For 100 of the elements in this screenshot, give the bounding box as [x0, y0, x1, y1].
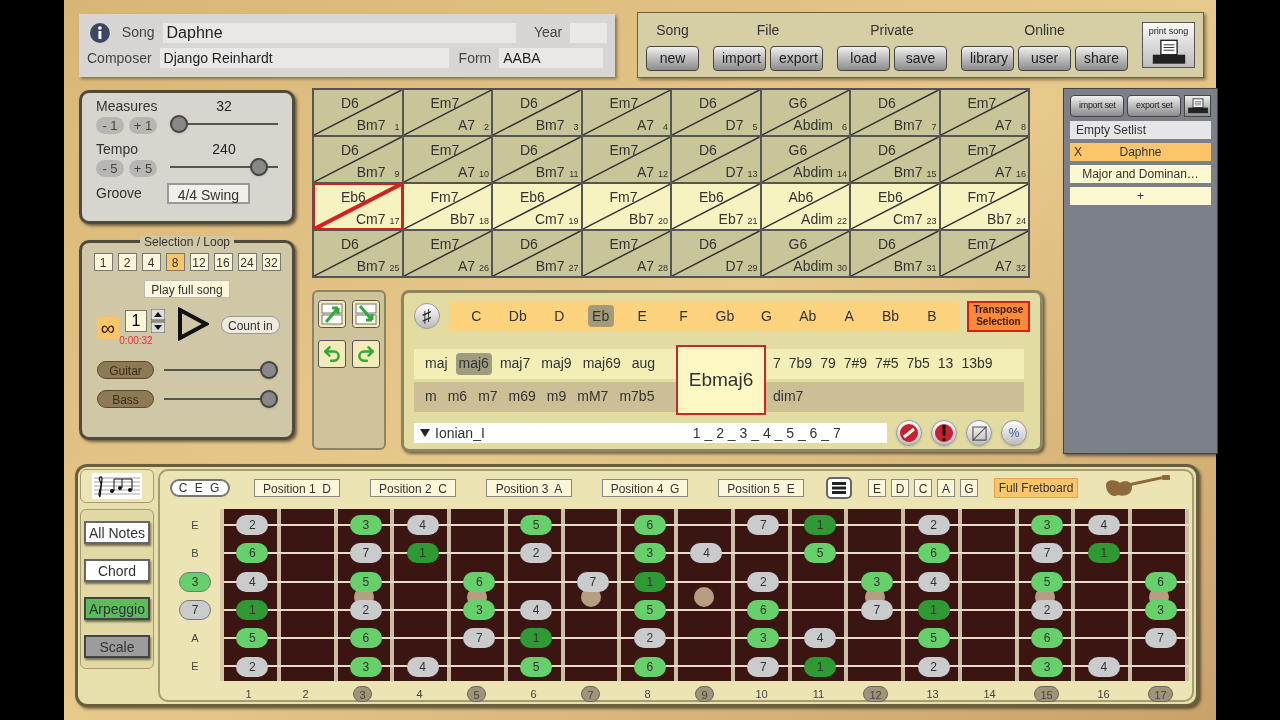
display-mode-button[interactable]: Arpeggio	[84, 596, 150, 620]
composer-field[interactable]: Django Reinhardt	[159, 48, 449, 69]
print-song-button[interactable]: print song	[1142, 22, 1195, 68]
chord-quality-button[interactable]: m9	[543, 385, 570, 408]
print-setlist-button[interactable]	[1184, 95, 1211, 117]
note-marker[interactable]: 2	[633, 628, 666, 649]
setlist-item[interactable]: Empty Setlist	[1070, 121, 1211, 139]
count-in-button[interactable]: Count in	[221, 316, 280, 334]
position-button[interactable]: Position 1 D	[254, 479, 340, 497]
note-marker[interactable]: 4	[520, 600, 553, 621]
note-marker[interactable]: 2	[917, 656, 950, 677]
chord-quality-button[interactable]: 13	[934, 352, 957, 375]
chord-quality-button[interactable]: 7b5	[903, 352, 933, 375]
toolbar-button[interactable]: library	[961, 45, 1014, 71]
measure-cell[interactable]: Em7 A7 32	[939, 230, 1029, 277]
note-marker[interactable]: 1	[520, 628, 553, 649]
note-marker[interactable]: 7	[747, 656, 780, 677]
step-button[interactable]: - 5	[96, 160, 124, 177]
step-button[interactable]: - 1	[96, 117, 124, 134]
toolbar-button[interactable]: import	[713, 45, 766, 71]
sharp-button[interactable]: ♯	[414, 303, 440, 329]
note-marker[interactable]: 1	[804, 515, 836, 536]
note-marker[interactable]: 5	[236, 628, 269, 649]
note-marker[interactable]: 6	[917, 543, 950, 564]
measure-cell[interactable]: D6 Bm7 11	[492, 136, 582, 183]
shape-button[interactable]: G	[960, 479, 978, 497]
setlist-item[interactable]: X Daphne	[1070, 143, 1211, 161]
note-marker[interactable]: 6	[633, 656, 666, 677]
measure-cell[interactable]: D6 D7 5	[671, 89, 761, 136]
measure-cell[interactable]: Em7 A7 8	[939, 89, 1029, 136]
info-icon[interactable]	[90, 22, 110, 43]
measure-cell[interactable]: Eb6 Cm7 23	[850, 183, 940, 230]
note-marker[interactable]: 5	[1031, 571, 1064, 592]
measure-cell[interactable]: Fm7 Bb7 18	[402, 183, 492, 230]
measure-cell[interactable]: D6 Bm7 15	[850, 136, 940, 183]
position-button[interactable]: Position 3 A	[486, 479, 572, 497]
step-button[interactable]: + 5	[129, 160, 157, 177]
root-note-button[interactable]: E	[629, 305, 656, 327]
root-note-button[interactable]: F	[670, 305, 697, 327]
spinner-icon[interactable]	[151, 309, 165, 333]
note-marker[interactable]: 1	[804, 656, 836, 677]
note-marker[interactable]: 3	[1031, 656, 1064, 677]
note-marker[interactable]: 4	[804, 628, 836, 649]
measure-cell[interactable]: Em7 A7 26	[402, 230, 492, 277]
measure-cell[interactable]: D6 Bm7 31	[850, 230, 940, 277]
note-marker[interactable]: 2	[917, 515, 950, 536]
note-marker[interactable]: 2	[520, 543, 553, 564]
setlist-item[interactable]: +	[1070, 187, 1211, 205]
song-field[interactable]: Daphne	[162, 22, 516, 43]
root-note-button[interactable]: C	[463, 305, 490, 327]
root-note-button[interactable]: Ab	[794, 305, 821, 327]
measure-cell[interactable]: D6 D7 29	[671, 230, 761, 277]
loop-length-button[interactable]: 12	[189, 253, 209, 271]
note-marker[interactable]: 6	[349, 628, 382, 649]
shape-button[interactable]: E	[868, 479, 886, 497]
measures-slider[interactable]	[170, 115, 278, 133]
loop-length-button[interactable]: 1	[93, 253, 113, 271]
note-marker[interactable]: 7	[860, 600, 893, 621]
note-marker[interactable]: 3	[633, 543, 666, 564]
shape-button[interactable]: A	[937, 479, 955, 497]
note-marker[interactable]: 4	[917, 571, 950, 592]
chord-quality-button[interactable]: m	[422, 385, 440, 408]
measure-cell[interactable]: Ab6 Adim 22	[760, 183, 850, 230]
toolbar-button[interactable]: export	[770, 45, 823, 71]
notation-button[interactable]	[80, 469, 154, 503]
note-marker[interactable]: 5	[349, 571, 382, 592]
chord-quality-button[interactable]: maj9	[538, 352, 575, 375]
chord-quality-button[interactable]: mM7	[574, 385, 612, 408]
tempo-slider[interactable]	[170, 158, 278, 176]
position-button[interactable]: Position 2 C	[370, 479, 456, 497]
toolbar-button[interactable]: load	[837, 45, 890, 71]
root-note-button[interactable]: Bb	[877, 305, 904, 327]
note-marker[interactable]: 3	[349, 656, 382, 677]
move-up-icon[interactable]	[318, 300, 346, 328]
note-marker[interactable]: 4	[1087, 515, 1120, 536]
measure-cell[interactable]: Fm7 Bb7 24	[939, 183, 1029, 230]
chord-quality-button[interactable]: 13b9	[958, 352, 996, 375]
chord-quality-button[interactable]: maj6	[455, 352, 492, 375]
note-marker[interactable]: 3	[747, 628, 780, 649]
measure-cell[interactable]: Fm7 Bb7 20	[581, 183, 671, 230]
triangle-button[interactable]	[966, 420, 992, 446]
clear-button[interactable]	[896, 420, 922, 446]
note-marker[interactable]: 6	[633, 515, 666, 536]
note-marker[interactable]: 4	[1087, 656, 1120, 677]
root-note-button[interactable]: A	[836, 305, 863, 327]
shape-button[interactable]: D	[891, 479, 909, 497]
measure-cell[interactable]: D6 D7 13	[671, 136, 761, 183]
toolbar-button[interactable]: share	[1075, 45, 1128, 71]
note-marker[interactable]: 7	[1144, 628, 1177, 649]
measure-cell[interactable]: D6 Bm7 27	[492, 230, 582, 277]
setlist-item[interactable]: Major and Dominan…	[1070, 165, 1211, 183]
chord-quality-button[interactable]: 7#5	[872, 352, 902, 375]
slider-thumb[interactable]	[259, 361, 278, 379]
note-marker[interactable]: 6	[1144, 571, 1177, 592]
note-marker[interactable]: 2	[1031, 600, 1064, 621]
chord-quality-button[interactable]: 7	[770, 352, 784, 375]
root-note-button[interactable]: G	[753, 305, 780, 327]
chord-quality-button[interactable]: m7	[475, 385, 501, 408]
measure-cell[interactable]: Em7 A7 16	[939, 136, 1029, 183]
root-note-button[interactable]: Gb	[711, 305, 738, 327]
